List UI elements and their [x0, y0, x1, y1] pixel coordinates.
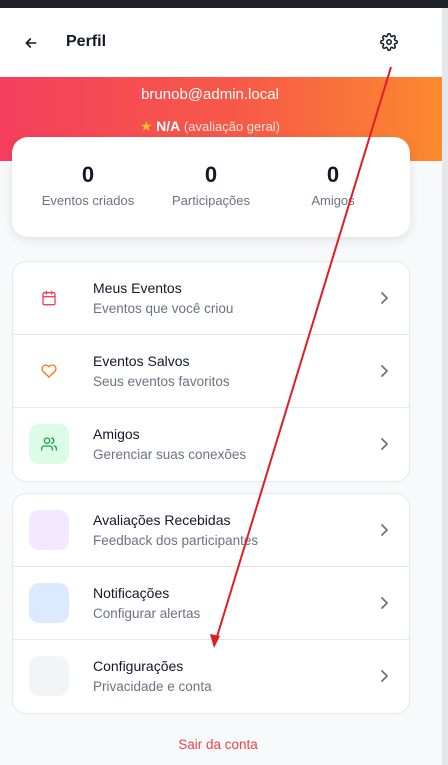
- rating-label: (avaliação geral): [183, 119, 281, 134]
- chevron-right-icon: [377, 595, 391, 611]
- top-window-strip: [0, 0, 448, 8]
- menu-item-settings[interactable]: Configurações Privacidade e conta: [13, 640, 409, 713]
- menu-item-title: Eventos Salvos: [93, 353, 190, 369]
- chevron-right-icon: [377, 436, 391, 452]
- menu-item-subtitle: Seus eventos favoritos: [93, 374, 230, 389]
- stat-label: Participações: [171, 193, 251, 208]
- stat-friends: 0 Amigos: [263, 161, 403, 208]
- menu-item-notifications[interactable]: Notificações Configurar alertas: [13, 567, 409, 640]
- stat-label: Amigos: [311, 193, 355, 208]
- menu-card-settings: Avaliações Recebidas Feedback dos partic…: [12, 493, 410, 714]
- menu-item-reviews[interactable]: Avaliações Recebidas Feedback dos partic…: [13, 494, 409, 567]
- menu-item-title: Configurações: [93, 658, 184, 674]
- chevron-right-icon: [377, 290, 391, 306]
- heart-icon: [29, 351, 69, 391]
- bell-box-icon: [29, 583, 69, 623]
- stat-value: 0: [326, 162, 340, 187]
- calendar-icon: [29, 278, 69, 318]
- star-box-icon: [29, 510, 69, 550]
- stat-value: 0: [81, 162, 95, 187]
- menu-item-subtitle: Gerenciar suas conexões: [93, 447, 247, 462]
- menu-card-activity: Meus Eventos Eventos que você criou Even…: [12, 261, 410, 482]
- menu-item-subtitle: Eventos que você criou: [93, 301, 234, 316]
- stat-events-created: 0 Eventos criados: [18, 161, 158, 208]
- profile-rating: ★ N/A (avaliação geral): [0, 118, 420, 135]
- chevron-right-icon: [377, 522, 391, 538]
- settings-box-icon: [29, 656, 69, 696]
- page-title: Perfil: [66, 33, 107, 50]
- stat-value: 0: [204, 162, 218, 187]
- menu-item-subtitle: Feedback dos participantes: [93, 533, 259, 548]
- menu-item-friends[interactable]: Amigos Gerenciar suas conexões: [13, 408, 409, 481]
- menu-item-subtitle: Configurar alertas: [93, 606, 201, 621]
- menu-item-subtitle: Privacidade e conta: [93, 679, 212, 694]
- gear-icon[interactable]: [378, 31, 400, 53]
- menu-item-title: Notificações: [93, 585, 170, 601]
- star-icon: ★: [139, 118, 153, 134]
- app-header: Perfil: [0, 8, 442, 77]
- logout-link[interactable]: Sair da conta: [0, 737, 436, 752]
- menu-item-my-events[interactable]: Meus Eventos Eventos que você criou: [13, 262, 409, 335]
- chevron-right-icon: [377, 363, 391, 379]
- menu-item-title: Amigos: [93, 426, 140, 442]
- scrollbar-track: [442, 8, 448, 765]
- menu-item-title: Avaliações Recebidas: [93, 512, 231, 528]
- users-icon: [29, 424, 69, 464]
- menu-item-title: Meus Eventos: [93, 280, 182, 296]
- menu-item-saved-events[interactable]: Eventos Salvos Seus eventos favoritos: [13, 335, 409, 408]
- stat-label: Eventos criados: [41, 193, 135, 208]
- stat-participations: 0 Participações: [141, 161, 281, 208]
- profile-email: brunob@admin.local: [141, 86, 279, 103]
- rating-value: N/A: [156, 118, 181, 134]
- chevron-right-icon: [377, 668, 391, 684]
- stats-card: 0 Eventos criados 0 Participações 0 Amig…: [12, 137, 410, 237]
- arrow-left-icon[interactable]: [20, 32, 42, 54]
